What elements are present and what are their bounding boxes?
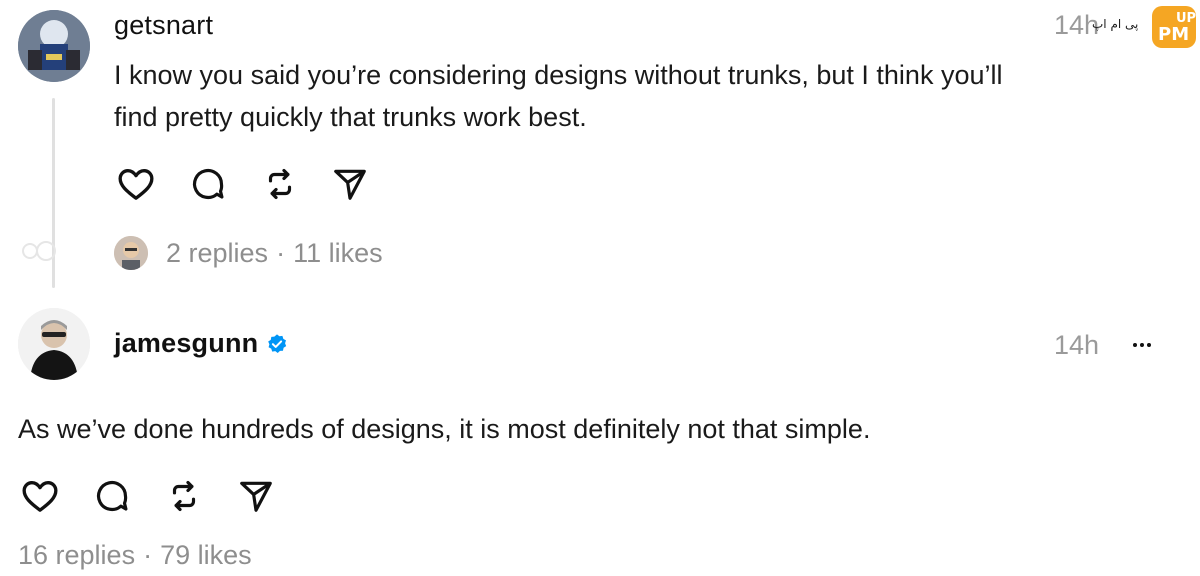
avatar-getsnart[interactable] bbox=[18, 10, 90, 82]
replies-count[interactable]: 2 replies bbox=[166, 238, 268, 268]
verified-badge-icon bbox=[268, 333, 287, 353]
meta-separator: · bbox=[276, 238, 286, 268]
post-text: As we’ve done hundreds of designs, it is… bbox=[18, 414, 871, 444]
svg-text:UP: UP bbox=[1176, 11, 1196, 26]
comment-button[interactable] bbox=[188, 164, 228, 204]
watermark-logo: پی ام اپ PM UP bbox=[1092, 2, 1198, 52]
post-meta: 16 replies · 79 likes bbox=[18, 540, 252, 571]
repost-button[interactable] bbox=[164, 476, 204, 516]
replier-avatar[interactable] bbox=[114, 236, 148, 270]
replies-count[interactable]: 16 replies bbox=[18, 540, 135, 570]
share-button[interactable] bbox=[236, 476, 276, 516]
username-row: jamesgunn bbox=[114, 328, 288, 359]
comment-icon bbox=[192, 168, 224, 200]
repost-button[interactable] bbox=[260, 164, 300, 204]
likes-count[interactable]: 11 likes bbox=[293, 238, 383, 268]
like-button[interactable] bbox=[20, 476, 60, 516]
more-icon bbox=[1133, 343, 1137, 347]
reply-avatars-outline bbox=[20, 236, 60, 266]
more-options-button[interactable] bbox=[1124, 330, 1160, 360]
heart-icon bbox=[118, 169, 154, 200]
post-username[interactable]: getsnart bbox=[114, 10, 213, 41]
repost-icon bbox=[268, 168, 292, 200]
post-meta: 2 replies · 11 likes bbox=[166, 238, 383, 269]
svg-text:PM: PM bbox=[1158, 24, 1189, 45]
avatar-jamesgunn[interactable] bbox=[18, 308, 90, 380]
share-icon bbox=[240, 481, 272, 512]
like-button[interactable] bbox=[116, 164, 156, 204]
post-time: 14h bbox=[1054, 330, 1100, 360]
likes-count[interactable]: 79 likes bbox=[160, 540, 252, 570]
comment-icon bbox=[96, 480, 128, 512]
repost-icon bbox=[172, 480, 196, 512]
share-icon bbox=[334, 169, 366, 200]
post-text-line: I know you said you’re considering desig… bbox=[114, 60, 1003, 90]
meta-separator: · bbox=[143, 540, 153, 570]
watermark-label: پی ام اپ bbox=[1092, 17, 1138, 31]
post-text-line: find pretty quickly that trunks work bes… bbox=[114, 102, 587, 132]
heart-icon bbox=[22, 481, 58, 512]
post-username[interactable]: jamesgunn bbox=[114, 328, 258, 359]
share-button[interactable] bbox=[330, 164, 370, 204]
comment-button[interactable] bbox=[92, 476, 132, 516]
